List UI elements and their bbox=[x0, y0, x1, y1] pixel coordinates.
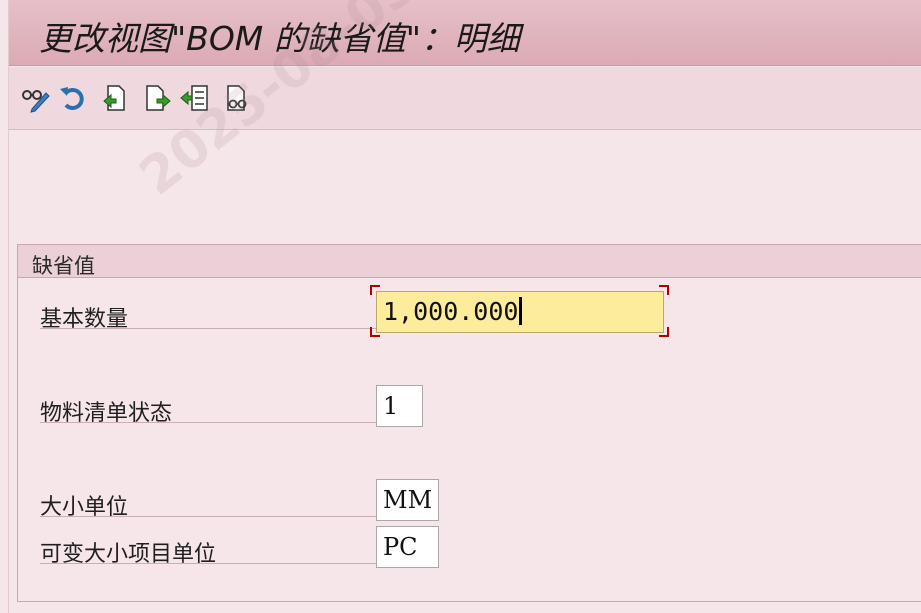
text-cursor bbox=[519, 297, 523, 325]
base-quantity-value: 1,000.000 bbox=[383, 297, 519, 326]
bom-status-input[interactable]: 1 bbox=[376, 385, 423, 427]
group-header: 缺省值 bbox=[18, 245, 921, 278]
sap-window: 更改视图"BOM 的缺省值"：明细 缺省值 基本数量 1,000.000 物料清… bbox=[8, 0, 921, 613]
window-title: 更改视图"BOM 的缺省值"：明细 bbox=[39, 19, 520, 58]
where-used-icon[interactable] bbox=[221, 81, 253, 115]
base-quantity-input[interactable]: 1,000.000 bbox=[376, 291, 664, 333]
size-unit-input[interactable]: MM bbox=[376, 479, 439, 521]
defaults-group: 缺省值 基本数量 1,000.000 物料清单状态 1 大小单位 MM 可变大小… bbox=[17, 244, 921, 602]
bom-status-label: 物料清单状态 bbox=[40, 393, 380, 426]
focus-corner-icon bbox=[659, 327, 669, 337]
undo-icon[interactable] bbox=[57, 81, 89, 115]
display-change-icon[interactable] bbox=[19, 81, 51, 115]
focus-corner-icon bbox=[370, 327, 380, 337]
size-unit-label: 大小单位 bbox=[40, 487, 380, 520]
variable-size-unit-label: 可变大小项目单位 bbox=[40, 534, 380, 567]
base-quantity-label: 基本数量 bbox=[40, 299, 380, 332]
title-bar: 更改视图"BOM 的缺省值"：明细 bbox=[9, 0, 921, 66]
previous-entry-icon[interactable] bbox=[99, 81, 131, 115]
next-entry-icon[interactable] bbox=[141, 81, 173, 115]
variable-size-unit-input[interactable]: PC bbox=[376, 526, 439, 568]
group-title: 缺省值 bbox=[32, 254, 95, 278]
application-toolbar bbox=[9, 67, 921, 130]
select-all-icon[interactable] bbox=[179, 81, 211, 115]
focus-corner-icon bbox=[370, 285, 380, 295]
focus-corner-icon bbox=[659, 285, 669, 295]
